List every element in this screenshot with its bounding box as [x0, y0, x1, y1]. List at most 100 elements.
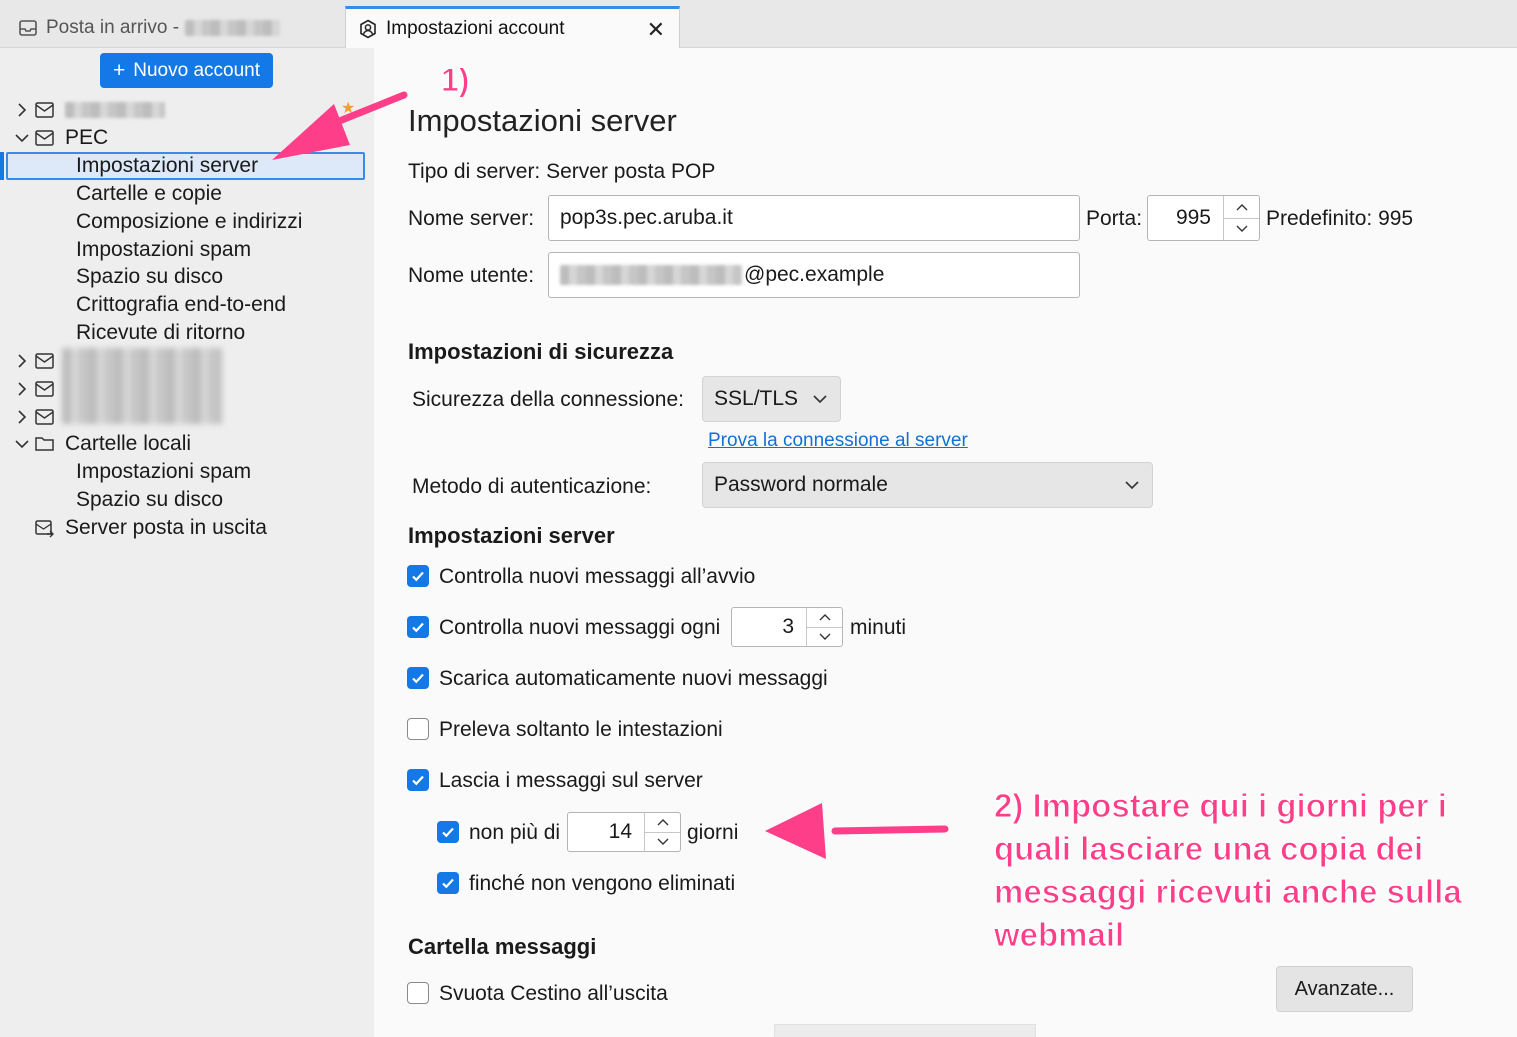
sidebar-item-return-receipts[interactable]: Ricevute di ritorno: [76, 319, 245, 347]
chevron-up-icon[interactable]: [807, 608, 842, 627]
chevron-down-icon[interactable]: [14, 130, 30, 146]
connection-security-value: SSL/TLS: [714, 387, 799, 410]
account-row-redacted-3[interactable]: [0, 375, 65, 403]
tab-account-settings[interactable]: Impostazioni account ✕: [345, 6, 680, 49]
max-days-stepper[interactable]: 14: [567, 812, 681, 852]
sidebar-item-server-settings[interactable]: Impostazioni server: [76, 152, 258, 180]
mail-account-icon: [34, 128, 56, 148]
new-account-label: Nuovo account: [133, 59, 260, 81]
server-type-text: Tipo di server: Server posta POP: [408, 160, 716, 183]
redacted-account-name: [185, 20, 281, 36]
mail-account-icon: [34, 351, 56, 371]
redacted-username: [560, 265, 742, 285]
port-label: Porta:: [1086, 207, 1143, 230]
tab-inbox-label: Posta in arrivo -: [46, 17, 180, 38]
sidebar-item-disk-space[interactable]: Spazio su disco: [76, 263, 223, 291]
chevron-down-icon[interactable]: [14, 436, 30, 452]
username-domain: @pec.example: [744, 263, 885, 286]
check-every-checkbox[interactable]: [407, 616, 429, 638]
account-row-pec[interactable]: PEC: [0, 124, 108, 152]
server-section-title: Impostazioni server: [408, 523, 615, 548]
leave-on-server-label: Lascia i messaggi sul server: [439, 769, 703, 792]
until-deleted-checkbox[interactable]: [437, 872, 459, 894]
annotation-step-2: 2) Impostare qui i giorni per i quali la…: [994, 787, 1463, 954]
server-name-input[interactable]: pop3s.pec.aruba.it: [548, 195, 1080, 241]
account-row-redacted-2[interactable]: [0, 347, 65, 375]
tab-bar: Posta in arrivo - Impostazioni account ✕: [0, 0, 1517, 49]
empty-trash-checkbox[interactable]: [407, 982, 429, 1004]
outgoing-server-icon: [34, 518, 56, 538]
chevron-down-icon[interactable]: [807, 626, 842, 647]
max-days-checkbox[interactable]: [437, 821, 459, 843]
auth-method-select[interactable]: Password normale: [702, 462, 1153, 508]
max-days-unit: giorni: [687, 821, 739, 844]
account-settings-icon: [358, 19, 378, 39]
check-on-startup-checkbox[interactable]: [407, 565, 429, 587]
default-port-text: Predefinito: 995: [1266, 207, 1414, 230]
close-icon[interactable]: ✕: [647, 17, 665, 43]
outgoing-server-label: Server posta in uscita: [65, 516, 267, 539]
sidebar-item-outgoing-server[interactable]: Server posta in uscita: [20, 514, 267, 542]
auto-download-checkbox[interactable]: [407, 667, 429, 689]
tab-account-settings-label: Impostazioni account: [386, 18, 565, 39]
chevron-down-icon[interactable]: [645, 831, 680, 852]
check-interval-unit: minuti: [850, 616, 907, 639]
headers-only-label: Preleva soltanto le intestazioni: [439, 718, 723, 741]
test-connection-link[interactable]: Prova la connessione al server: [708, 430, 968, 452]
sidebar-item-spam[interactable]: Impostazioni spam: [76, 236, 251, 264]
username-label: Nome utente:: [408, 264, 535, 287]
auth-method-value: Password normale: [714, 473, 888, 496]
partially-visible-control: [774, 1024, 1036, 1037]
mail-account-icon: [34, 100, 56, 120]
server-name-label: Nome server:: [408, 207, 535, 230]
port-stepper[interactable]: 995: [1147, 195, 1260, 241]
chevron-down-icon: [813, 395, 827, 404]
connection-security-select[interactable]: SSL/TLS: [702, 376, 841, 422]
account-label: PEC: [65, 126, 109, 149]
max-days-label: non più di: [469, 821, 561, 844]
account-sidebar: + Nuovo account ★ PEC Impostazioni serve…: [0, 48, 374, 1037]
account-row-redacted-4[interactable]: [0, 403, 65, 431]
sidebar-item-folders-copies[interactable]: Cartelle e copie: [76, 180, 222, 208]
sidebar-item-local-spam[interactable]: Impostazioni spam: [76, 458, 251, 486]
chevron-down-icon[interactable]: [1224, 217, 1259, 241]
headers-only-checkbox[interactable]: [407, 718, 429, 740]
chevron-right-icon[interactable]: [14, 102, 30, 118]
chevron-right-icon[interactable]: [14, 381, 30, 397]
mail-account-icon: [34, 407, 56, 427]
check-interval-value: 3: [782, 615, 794, 638]
account-label: Cartelle locali: [65, 432, 192, 455]
advanced-button[interactable]: Avanzate...: [1276, 966, 1413, 1012]
account-row-redacted-1[interactable]: ★: [0, 96, 355, 124]
sidebar-item-composition[interactable]: Composizione e indirizzi: [76, 208, 302, 236]
new-account-button[interactable]: + Nuovo account: [100, 53, 273, 88]
chevron-right-icon[interactable]: [14, 353, 30, 369]
tab-inbox[interactable]: Posta in arrivo -: [0, 8, 340, 48]
selection-indicator: [0, 152, 4, 180]
auto-download-label: Scarica automaticamente nuovi messaggi: [439, 667, 828, 690]
sidebar-item-local-disk-space[interactable]: Spazio su disco: [76, 486, 223, 514]
username-input[interactable]: @pec.example: [548, 252, 1080, 298]
chevron-down-icon: [1125, 481, 1139, 490]
max-days-value: 14: [608, 820, 632, 843]
redacted-account-labels: [62, 348, 222, 424]
plus-icon: +: [112, 58, 126, 82]
inbox-icon: [18, 18, 38, 38]
empty-trash-label: Svuota Cestino all’uscita: [439, 982, 668, 1005]
chevron-up-icon[interactable]: [645, 813, 680, 832]
port-value: 995: [1175, 206, 1211, 229]
chevron-right-icon[interactable]: [14, 409, 30, 425]
until-deleted-label: finché non vengono eliminati: [469, 872, 736, 895]
message-folder-section-title: Cartella messaggi: [408, 934, 597, 959]
sidebar-item-e2e-encryption[interactable]: Crittografia end-to-end: [76, 291, 286, 319]
leave-on-server-checkbox[interactable]: [407, 769, 429, 791]
account-row-local-folders[interactable]: Cartelle locali: [0, 430, 191, 458]
chevron-up-icon[interactable]: [1224, 196, 1259, 218]
page-title: Impostazioni server: [408, 103, 677, 138]
annotation-step-1: 1): [440, 62, 470, 99]
connection-security-label: Sicurezza della connessione:: [412, 388, 684, 411]
star-icon: ★: [341, 100, 356, 117]
redacted-account-label: [65, 102, 165, 118]
folder-icon: [34, 434, 56, 454]
check-interval-stepper[interactable]: 3: [731, 607, 843, 647]
